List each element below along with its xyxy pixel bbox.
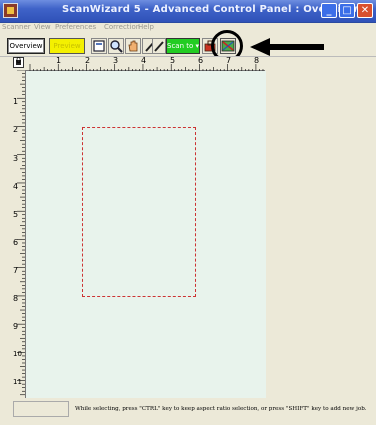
close-button[interactable]: ✕ — [357, 3, 373, 18]
zoom-tool-button[interactable] — [108, 38, 124, 54]
frame-icon — [93, 40, 105, 52]
ruler-v-4: 4 — [13, 182, 19, 191]
ruler-h-4: 4 — [141, 56, 147, 65]
scan-to-button[interactable]: Scan to ▾ — [166, 38, 200, 54]
menu-correction[interactable]: Correction — [104, 23, 140, 31]
preview-button[interactable]: Preview — [49, 38, 85, 54]
hand-icon — [128, 40, 138, 52]
ruler-h-6: 6 — [198, 56, 204, 65]
ruler-v-1: 1 — [13, 97, 19, 106]
overview-button[interactable]: Overview — [7, 38, 45, 54]
vertical-ruler — [13, 69, 26, 398]
ruler-v-11: 11 — [13, 378, 22, 386]
title-bar[interactable]: ScanWizard 5 - Advanced Control Panel : … — [0, 0, 376, 23]
menu-preferences[interactable]: Preferences — [55, 23, 96, 31]
app-icon[interactable] — [3, 3, 18, 18]
ruler-v-5: 5 — [13, 210, 19, 219]
zoom-icon — [110, 40, 123, 53]
annotation-arrow-head — [250, 38, 270, 56]
ruler-h-5: 5 — [170, 56, 176, 65]
eyedropper-button[interactable] — [152, 38, 166, 54]
status-panel — [13, 401, 69, 417]
menu-scanner[interactable]: Scanner — [2, 23, 31, 31]
ruler-v-7: 7 — [13, 266, 19, 275]
ruler-h-1: 1 — [56, 56, 62, 65]
menu-bar: Scanner View Preferences Correction Help — [0, 22, 376, 34]
frame-tool-button[interactable] — [91, 38, 107, 54]
minimize-button[interactable]: _ — [321, 3, 337, 18]
selection-frame[interactable] — [82, 127, 196, 297]
ruler-h-3: 3 — [113, 56, 119, 65]
annotation-arrow-body — [268, 44, 324, 50]
ruler-h-2: 2 — [85, 56, 91, 65]
ruler-v-3: 3 — [13, 154, 19, 163]
window-title: ScanWizard 5 - Advanced Control Panel : … — [62, 4, 358, 15]
ruler-v-2: 2 — [13, 125, 19, 134]
menu-help[interactable]: Help — [138, 23, 154, 31]
vertical-ruler-ticks — [17, 69, 25, 396]
eyedropper-icon — [154, 41, 164, 52]
ruler-v-9: 9 — [13, 322, 19, 331]
maximize-button[interactable]: □ — [339, 3, 355, 18]
ruler-v-8: 8 — [13, 294, 19, 303]
scanwizard-window: ScanWizard 5 - Advanced Control Panel : … — [0, 0, 376, 425]
ruler-v-6: 6 — [13, 238, 19, 247]
ruler-h-8: 8 — [254, 56, 260, 65]
hand-tool-button[interactable] — [125, 38, 141, 54]
ruler-v-10: 10 — [13, 350, 22, 358]
menu-view[interactable]: View — [34, 23, 51, 31]
ruler-h-0: 0 — [16, 56, 22, 65]
status-message: While selecting, press "CTRL" key to kee… — [75, 406, 367, 412]
ruler-h-7: 7 — [226, 56, 232, 65]
